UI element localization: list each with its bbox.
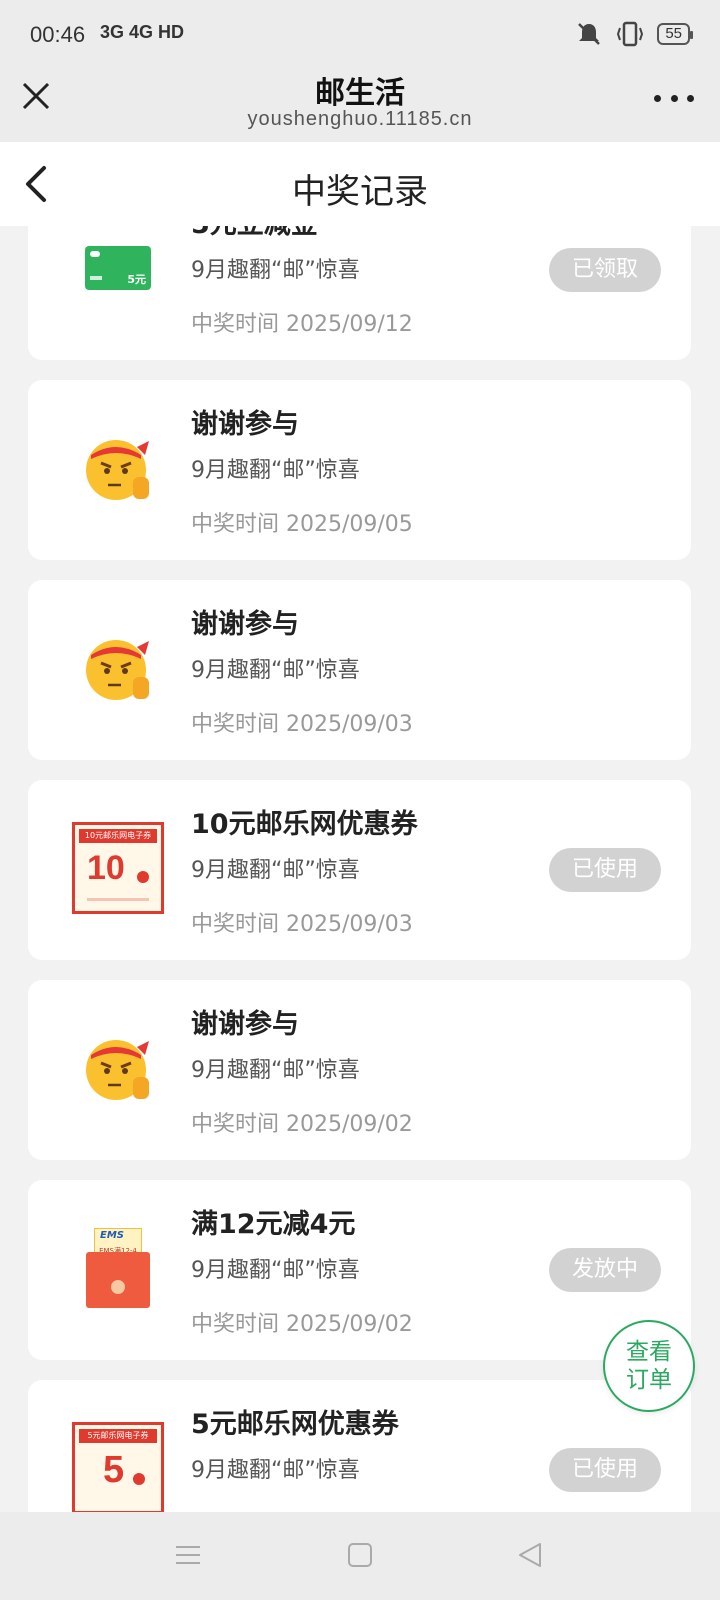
emoji-face-icon (70, 1020, 166, 1116)
activity-name: 9月趣翻“邮”惊喜 (191, 858, 360, 883)
record-card[interactable]: 谢谢参与 9月趣翻“邮”惊喜 中奖时间 2025/09/03 (28, 580, 691, 760)
activity-name: 9月趣翻“邮”惊喜 (191, 458, 360, 483)
browser-url: youshenghuo.11185.cn (247, 108, 473, 130)
view-orders-line2: 订单 (626, 1367, 672, 1393)
vibrate-icon (617, 21, 644, 47)
activity-name: 9月趣翻“邮”惊喜 (191, 258, 360, 283)
page-header: 中奖记录 (0, 142, 720, 226)
green-card-icon: 5元 (70, 226, 166, 316)
prize-name: 10元邮乐网优惠券 (191, 809, 418, 840)
prize-name: 5元立减金 (191, 226, 318, 241)
ems-envelope-icon: EMS EMS满12-4 (70, 1220, 166, 1316)
prize-name: 谢谢参与 (191, 409, 299, 440)
more-options-button[interactable] (654, 90, 694, 106)
back-icon[interactable] (515, 1540, 545, 1570)
status-bar: 00:46 3G 4G HD 55 (0, 0, 720, 64)
mute-bell-icon (578, 23, 601, 45)
status-badge[interactable]: 已领取 (549, 248, 661, 292)
prize-name: 谢谢参与 (191, 609, 299, 640)
status-badge[interactable]: 已使用 (549, 848, 661, 892)
home-icon[interactable] (345, 1540, 375, 1570)
view-orders-button[interactable]: 查看 订单 (603, 1320, 695, 1412)
dot-icon (670, 94, 678, 102)
menu-icon[interactable] (173, 1540, 203, 1570)
status-time: 00:46 (30, 22, 86, 47)
activity-name: 9月趣翻“邮”惊喜 (191, 1058, 360, 1083)
status-badge[interactable]: 发放中 (549, 1248, 661, 1292)
prize-name: 满12元减4元 (191, 1209, 356, 1240)
coupon-value: 10 (87, 849, 125, 887)
record-card[interactable]: EMS EMS满12-4 满12元减4元 9月趣翻“邮”惊喜 中奖时间 2025… (28, 1180, 691, 1360)
activity-name: 9月趣翻“邮”惊喜 (191, 1458, 360, 1483)
page-title: 中奖记录 (292, 172, 428, 212)
activity-name: 9月趣翻“邮”惊喜 (191, 1258, 360, 1283)
coupon-header: 10元邮乐网电子券 (79, 829, 157, 843)
record-card[interactable]: 谢谢参与 9月趣翻“邮”惊喜 中奖时间 2025/09/02 (28, 980, 691, 1160)
browser-title: 邮生活 (315, 76, 405, 111)
card-icon-text: 5元 (127, 273, 146, 286)
prize-name: 谢谢参与 (191, 1009, 299, 1040)
prize-name: 5元邮乐网优惠券 (191, 1409, 399, 1440)
battery-indicator: 55 (657, 23, 693, 45)
status-badge[interactable]: 已使用 (549, 1448, 661, 1492)
win-time: 中奖时间 2025/09/03 (191, 912, 413, 937)
win-time: 中奖时间 2025/09/12 (191, 312, 413, 337)
view-orders-line1: 查看 (626, 1339, 672, 1365)
record-card[interactable]: 10元邮乐网电子券 10 10元邮乐网优惠券 9月趣翻“邮”惊喜 中奖时间 20… (28, 780, 691, 960)
activity-name: 9月趣翻“邮”惊喜 (191, 658, 360, 683)
coupon-header: 5元邮乐网电子券 (79, 1429, 157, 1443)
win-time: 中奖时间 2025/09/05 (191, 512, 413, 537)
coupon-value: 5 (103, 1449, 125, 1491)
status-icons: 55 (575, 20, 693, 48)
record-card[interactable]: 谢谢参与 9月趣翻“邮”惊喜 中奖时间 2025/09/05 (28, 380, 691, 560)
network-indicator: 3G 4G HD (100, 22, 185, 42)
win-time: 中奖时间 2025/09/03 (191, 712, 413, 737)
record-card[interactable]: 5元邮乐网电子券 5 5元邮乐网优惠券 9月趣翻“邮”惊喜 已使用 (28, 1380, 691, 1512)
dot-icon (687, 94, 694, 102)
coupon-icon: 5元邮乐网电子券 5 (70, 1420, 166, 1512)
win-time: 中奖时间 2025/09/02 (191, 1312, 413, 1337)
emoji-face-icon (70, 620, 166, 716)
system-nav-bar (0, 1512, 720, 1600)
ems-label: EMS (100, 1230, 124, 1241)
emoji-face-icon (70, 420, 166, 516)
record-card[interactable]: 5元 5元立减金 9月趣翻“邮”惊喜 中奖时间 2025/09/12 已领取 (28, 226, 691, 360)
coupon-icon: 10元邮乐网电子券 10 (70, 820, 166, 916)
dot-icon (654, 94, 661, 102)
records-list[interactable]: 5元 5元立减金 9月趣翻“邮”惊喜 中奖时间 2025/09/12 已领取 谢… (0, 226, 720, 1512)
win-time: 中奖时间 2025/09/02 (191, 1112, 413, 1137)
browser-bar: 邮生活 youshenghuo.11185.cn (0, 64, 720, 142)
